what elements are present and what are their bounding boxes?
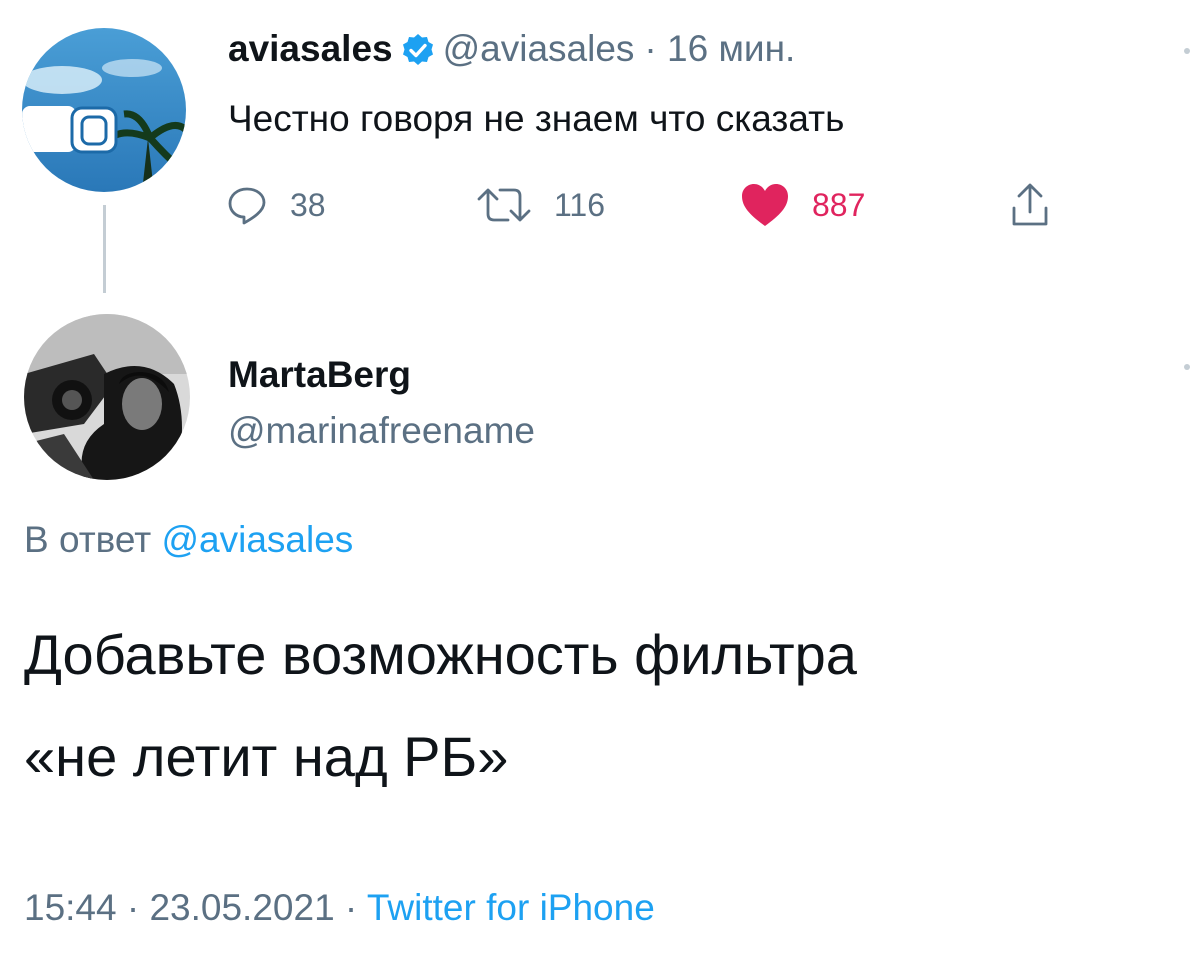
reply-icon	[228, 187, 266, 225]
source-link[interactable]: Twitter for iPhone	[367, 887, 655, 928]
verified-icon	[401, 32, 435, 66]
tweet-time[interactable]: · 16 мин.	[644, 26, 795, 72]
share-icon	[1012, 183, 1048, 226]
reply-to-handle[interactable]: @aviasales	[162, 519, 354, 560]
author-name[interactable]: aviasales	[228, 26, 393, 72]
heart-icon	[742, 184, 788, 226]
tweet-meta: 15:44 · 23.05.2021 · Twitter for iPhone	[24, 885, 655, 931]
like-count: 887	[812, 186, 866, 223]
more-options-icon[interactable]	[1184, 364, 1190, 370]
reply-text: Добавьте возможность фильтра «не летит н…	[24, 604, 1184, 808]
reply-count: 38	[290, 186, 326, 223]
reply-author-name[interactable]: MartaBerg	[228, 352, 411, 398]
author-handle[interactable]: @aviasales	[443, 26, 635, 72]
timestamp[interactable]: 15:44 · 23.05.2021 ·	[24, 887, 367, 928]
retweet-icon	[477, 188, 531, 222]
reply-to-line: В ответ @aviasales	[24, 517, 353, 563]
more-options-icon[interactable]	[1184, 48, 1190, 54]
like-button[interactable]: 887	[740, 178, 865, 232]
reply-text-line: «не летит над РБ»	[24, 725, 509, 788]
martaberg-avatar[interactable]	[24, 314, 190, 480]
aviasales-avatar[interactable]	[22, 28, 186, 192]
reply-button[interactable]: 38	[226, 178, 326, 232]
reply-text-line: Добавьте возможность фильтра	[24, 623, 857, 686]
retweet-count: 116	[554, 186, 606, 223]
reply-author-handle[interactable]: @marinafreename	[228, 408, 535, 454]
tweet-text: Честно говоря не знаем что сказать	[228, 98, 845, 139]
thread-line	[103, 205, 106, 293]
tweet-header: aviasales @aviasales · 16 мин.	[228, 26, 795, 72]
retweet-button[interactable]: 116	[476, 178, 605, 232]
reply-to-prefix: В ответ	[24, 519, 162, 560]
share-button[interactable]	[1010, 178, 1072, 232]
